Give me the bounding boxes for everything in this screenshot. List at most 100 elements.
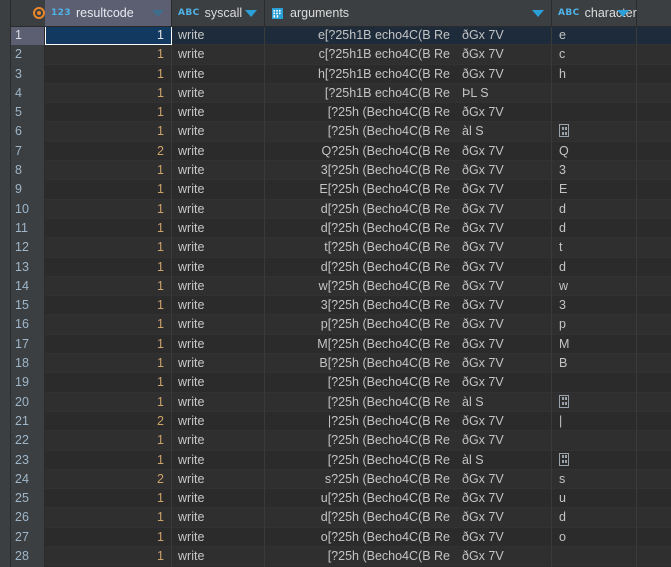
cell-character[interactable]: [552, 431, 637, 451]
cell-character[interactable]: B: [552, 354, 637, 374]
table-row[interactable]: 5 1 write [?25h (Becho4C(B Re ðGx 7V: [0, 103, 671, 123]
cell-syscall[interactable]: write: [172, 450, 265, 470]
row-number[interactable]: 27: [10, 527, 45, 548]
cell-resultcode[interactable]: 1: [45, 238, 172, 258]
cell-character[interactable]: e: [552, 26, 637, 46]
row-number[interactable]: 28: [10, 547, 45, 567]
cell-resultcode[interactable]: 1: [45, 122, 172, 142]
cell-arguments[interactable]: d[?25h (Becho4C(B Re ðGx 7V: [265, 508, 552, 528]
cell-syscall[interactable]: write: [172, 508, 265, 528]
cell-syscall[interactable]: write: [172, 199, 265, 219]
cell-resultcode[interactable]: 1: [45, 199, 172, 219]
cell-syscall[interactable]: write: [172, 276, 265, 297]
cell-arguments[interactable]: [?25h (Becho4C(B Re àl S: [265, 450, 552, 470]
chevron-down-icon[interactable]: [152, 10, 164, 17]
cell-character[interactable]: [552, 450, 637, 470]
cell-syscall[interactable]: write: [172, 431, 265, 451]
row-number[interactable]: 13: [10, 257, 45, 277]
cell-syscall[interactable]: write: [172, 411, 265, 432]
cell-syscall[interactable]: write: [172, 315, 265, 335]
cell-syscall[interactable]: write: [172, 103, 265, 123]
cell-character[interactable]: o: [552, 527, 637, 548]
chevron-down-icon[interactable]: [617, 10, 629, 17]
cell-arguments[interactable]: Q?25h (Becho4C(B Re ðGx 7V: [265, 141, 552, 162]
row-number[interactable]: 1: [10, 26, 45, 46]
cell-character[interactable]: d: [552, 199, 637, 219]
row-number[interactable]: 25: [10, 489, 45, 509]
column-header-character[interactable]: ABC character: [552, 0, 637, 26]
cell-syscall[interactable]: write: [172, 180, 265, 200]
cell-resultcode[interactable]: 1: [45, 334, 172, 355]
table-row[interactable]: 10 1 write d[?25h (Becho4C(B Re ðGx 7V d: [0, 199, 671, 219]
cell-arguments[interactable]: [?25h (Becho4C(B Re àl S: [265, 122, 552, 142]
cell-character[interactable]: d: [552, 257, 637, 277]
cell-arguments[interactable]: [?25h (Becho4C(B Re àl S: [265, 392, 552, 412]
table-row[interactable]: 27 1 write o[?25h (Becho4C(B Re ðGx 7V o: [0, 527, 671, 548]
row-number[interactable]: 7: [10, 141, 45, 162]
cell-syscall[interactable]: write: [172, 218, 265, 239]
cell-resultcode[interactable]: 2: [45, 411, 172, 432]
row-number[interactable]: 5: [10, 103, 45, 123]
table-row[interactable]: 15 1 write 3[?25h (Becho4C(B Re ðGx 7V 3: [0, 296, 671, 316]
column-header-arguments[interactable]: arguments: [265, 0, 552, 26]
cell-arguments[interactable]: d[?25h (Becho4C(B Re ðGx 7V: [265, 218, 552, 239]
cell-arguments[interactable]: h[?25h1B echo4C(B Re ðGx 7V: [265, 64, 552, 84]
row-number[interactable]: 17: [10, 334, 45, 355]
cell-character[interactable]: u: [552, 489, 637, 509]
cell-resultcode[interactable]: 1: [45, 354, 172, 374]
cell-resultcode[interactable]: 1: [45, 547, 172, 567]
table-row[interactable]: 28 1 write [?25h (Becho4C(B Re ðGx 7V: [0, 547, 671, 567]
cell-resultcode[interactable]: 1: [45, 64, 172, 84]
cell-character[interactable]: Q: [552, 141, 637, 162]
row-number[interactable]: 6: [10, 122, 45, 142]
cell-resultcode[interactable]: 1: [45, 527, 172, 548]
cell-arguments[interactable]: [?25h (Becho4C(B Re ðGx 7V: [265, 103, 552, 123]
cell-arguments[interactable]: M[?25h (Becho4C(B Re ðGx 7V: [265, 334, 552, 355]
cell-arguments[interactable]: w[?25h (Becho4C(B Re ðGx 7V: [265, 276, 552, 297]
cell-syscall[interactable]: write: [172, 83, 265, 104]
cell-resultcode[interactable]: 1: [45, 508, 172, 528]
table-row[interactable]: 13 1 write d[?25h (Becho4C(B Re ðGx 7V d: [0, 257, 671, 277]
chevron-down-icon[interactable]: [245, 10, 257, 17]
cell-resultcode[interactable]: 1: [45, 180, 172, 200]
table-row[interactable]: 12 1 write t[?25h (Becho4C(B Re ðGx 7V t: [0, 238, 671, 258]
cell-resultcode[interactable]: 1: [45, 257, 172, 277]
row-number[interactable]: 16: [10, 315, 45, 335]
row-number[interactable]: 22: [10, 431, 45, 451]
cell-resultcode[interactable]: 1: [45, 296, 172, 316]
table-row[interactable]: 21 2 write |?25h (Becho4C(B Re ðGx 7V |: [0, 411, 671, 432]
table-row[interactable]: 20 1 write [?25h (Becho4C(B Re àl S: [0, 392, 671, 412]
table-row[interactable]: 25 1 write u[?25h (Becho4C(B Re ðGx 7V u: [0, 489, 671, 509]
cell-syscall[interactable]: write: [172, 296, 265, 316]
table-row[interactable]: 16 1 write p[?25h (Becho4C(B Re ðGx 7V p: [0, 315, 671, 335]
table-row[interactable]: 17 1 write M[?25h (Becho4C(B Re ðGx 7V M: [0, 334, 671, 355]
cell-arguments[interactable]: t[?25h (Becho4C(B Re ðGx 7V: [265, 238, 552, 258]
chevron-down-icon[interactable]: [532, 10, 544, 17]
cell-syscall[interactable]: write: [172, 257, 265, 277]
cell-character[interactable]: s: [552, 469, 637, 490]
cell-syscall[interactable]: write: [172, 45, 265, 65]
row-number[interactable]: 11: [10, 218, 45, 239]
table-row[interactable]: 22 1 write [?25h (Becho4C(B Re ðGx 7V: [0, 431, 671, 451]
cell-resultcode[interactable]: 1: [45, 276, 172, 297]
table-row[interactable]: 14 1 write w[?25h (Becho4C(B Re ðGx 7V w: [0, 276, 671, 297]
table-row[interactable]: 11 1 write d[?25h (Becho4C(B Re ðGx 7V d: [0, 218, 671, 239]
table-row[interactable]: 1 1 write e[?25h1B echo4C(B Re ðGx 7V e: [0, 26, 671, 46]
cell-arguments[interactable]: o[?25h (Becho4C(B Re ðGx 7V: [265, 527, 552, 548]
cell-arguments[interactable]: [?25h (Becho4C(B Re ðGx 7V: [265, 431, 552, 451]
table-row[interactable]: 6 1 write [?25h (Becho4C(B Re àl S: [0, 122, 671, 142]
row-number[interactable]: 3: [10, 64, 45, 84]
cell-syscall[interactable]: write: [172, 354, 265, 374]
table-row[interactable]: 23 1 write [?25h (Becho4C(B Re àl S: [0, 450, 671, 470]
row-number[interactable]: 10: [10, 199, 45, 219]
cell-character[interactable]: d: [552, 218, 637, 239]
row-number[interactable]: 24: [10, 469, 45, 490]
row-number[interactable]: 4: [10, 83, 45, 104]
cell-character[interactable]: |: [552, 411, 637, 432]
cell-syscall[interactable]: write: [172, 64, 265, 84]
cell-arguments[interactable]: [?25h1B echo4C(B Re ÞL S: [265, 83, 552, 104]
row-number[interactable]: 2: [10, 45, 45, 65]
cell-character[interactable]: p: [552, 315, 637, 335]
cell-syscall[interactable]: write: [172, 469, 265, 490]
cell-syscall[interactable]: write: [172, 238, 265, 258]
